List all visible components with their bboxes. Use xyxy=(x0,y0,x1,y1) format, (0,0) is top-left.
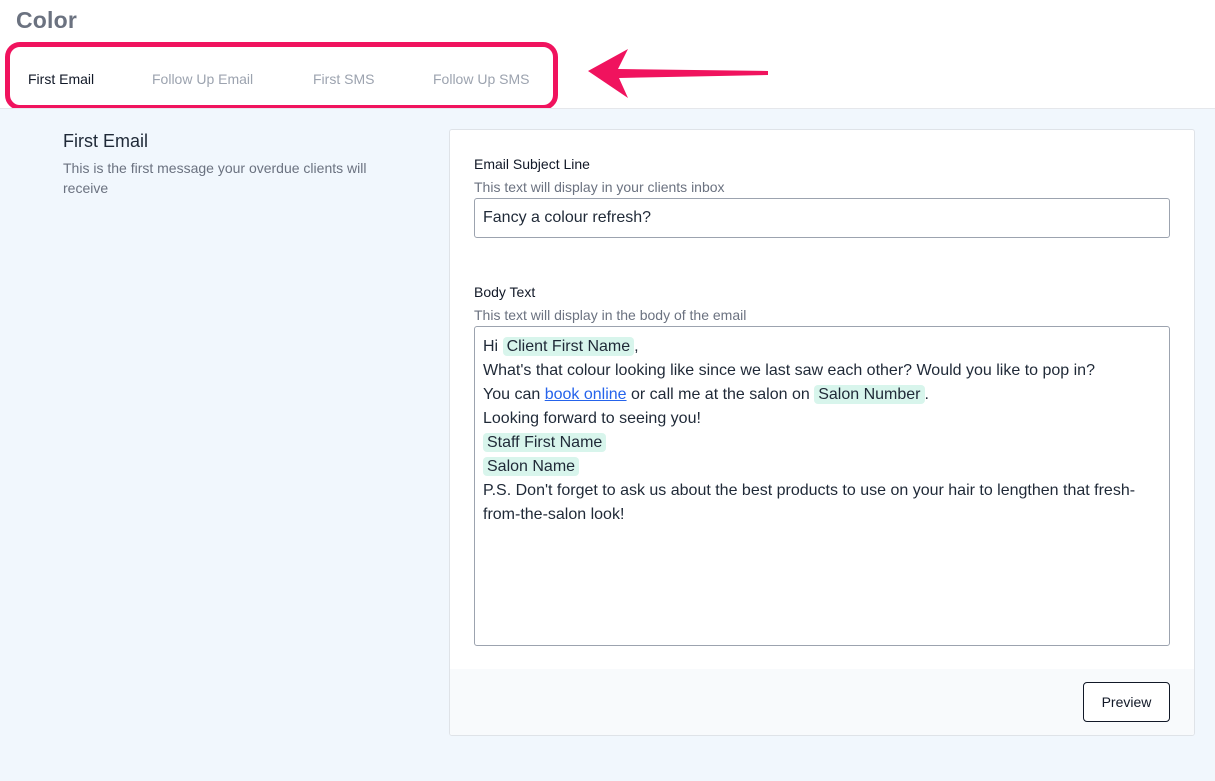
annotation-arrow-icon xyxy=(588,49,768,98)
tab-follow-up-email[interactable]: Follow Up Email xyxy=(152,71,253,87)
body-line-closing: Looking forward to seeing you! xyxy=(483,410,701,427)
section-description: This is the first message your overdue c… xyxy=(63,160,367,196)
tag-salon-number[interactable]: Salon Number xyxy=(814,385,925,404)
body-line-salon: Salon Name xyxy=(483,455,1161,479)
body-line-ps: P.S. Don't forget to ask us about the be… xyxy=(483,482,1136,523)
body-line-greeting: Hi Client First Name, xyxy=(483,337,639,356)
tag-staff-first-name[interactable]: Staff First Name xyxy=(483,433,607,452)
subject-label: Email Subject Line xyxy=(474,156,590,172)
card-footer: Preview xyxy=(450,669,1194,735)
body-line-staff: Staff First Name xyxy=(483,431,1161,455)
page-title: Color xyxy=(16,7,78,33)
tag-client-first-name[interactable]: Client First Name xyxy=(502,337,635,356)
subject-input[interactable] xyxy=(474,198,1170,238)
preview-button[interactable]: Preview xyxy=(1083,682,1170,722)
tab-first-sms[interactable]: First SMS xyxy=(313,71,374,87)
email-form-card: Email Subject Line This text will displa… xyxy=(449,129,1195,736)
book-online-link[interactable]: book online xyxy=(545,386,627,403)
body-label: Body Text xyxy=(474,284,536,300)
tab-follow-up-sms[interactable]: Follow Up SMS xyxy=(433,71,529,87)
body-line-question: What's that colour looking like since we… xyxy=(483,362,1095,379)
body-line-booking: You can book online or call me at the sa… xyxy=(483,385,929,404)
tab-first-email[interactable]: First Email xyxy=(28,71,94,87)
tag-salon-name[interactable]: Salon Name xyxy=(483,457,580,476)
body-text-editor[interactable]: Hi Client First Name, What's that colour… xyxy=(474,326,1170,646)
subject-help-text: This text will display in your clients i… xyxy=(474,179,725,195)
section-title: First Email xyxy=(63,131,148,151)
body-help-text: This text will display in the body of th… xyxy=(474,307,747,323)
